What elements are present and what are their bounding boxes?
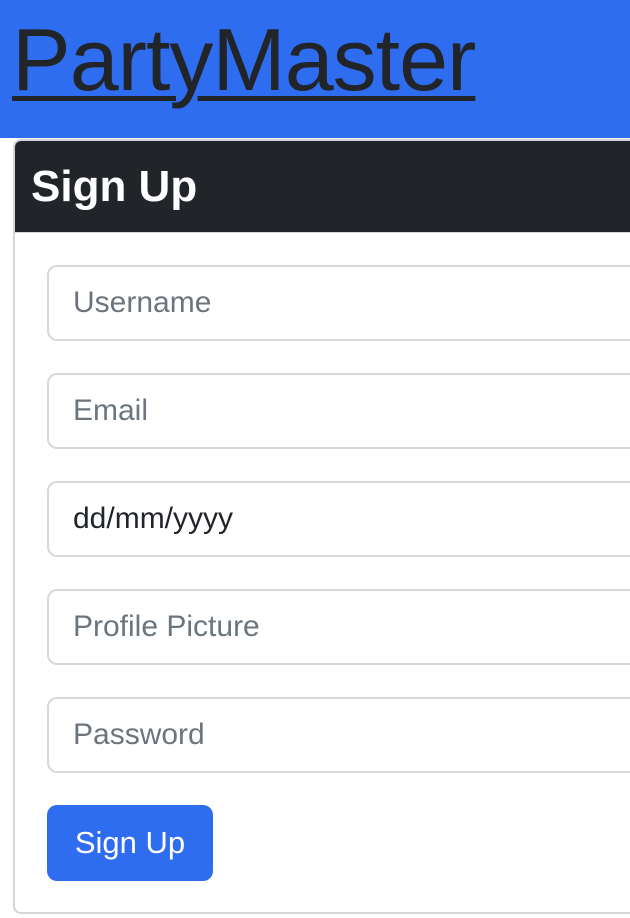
- brand-link[interactable]: PartyMaster: [12, 6, 476, 114]
- signup-card: Sign Up Sign Up: [13, 139, 630, 914]
- email-input[interactable]: [47, 373, 630, 449]
- card-header: Sign Up: [15, 141, 630, 233]
- password-input[interactable]: [47, 697, 630, 773]
- card-title: Sign Up: [31, 162, 198, 211]
- navbar: PartyMaster: [0, 0, 630, 138]
- username-input[interactable]: [47, 265, 630, 341]
- birthdate-input[interactable]: [47, 481, 630, 557]
- profile-picture-input[interactable]: [47, 589, 630, 665]
- sign-up-button[interactable]: Sign Up: [47, 805, 213, 881]
